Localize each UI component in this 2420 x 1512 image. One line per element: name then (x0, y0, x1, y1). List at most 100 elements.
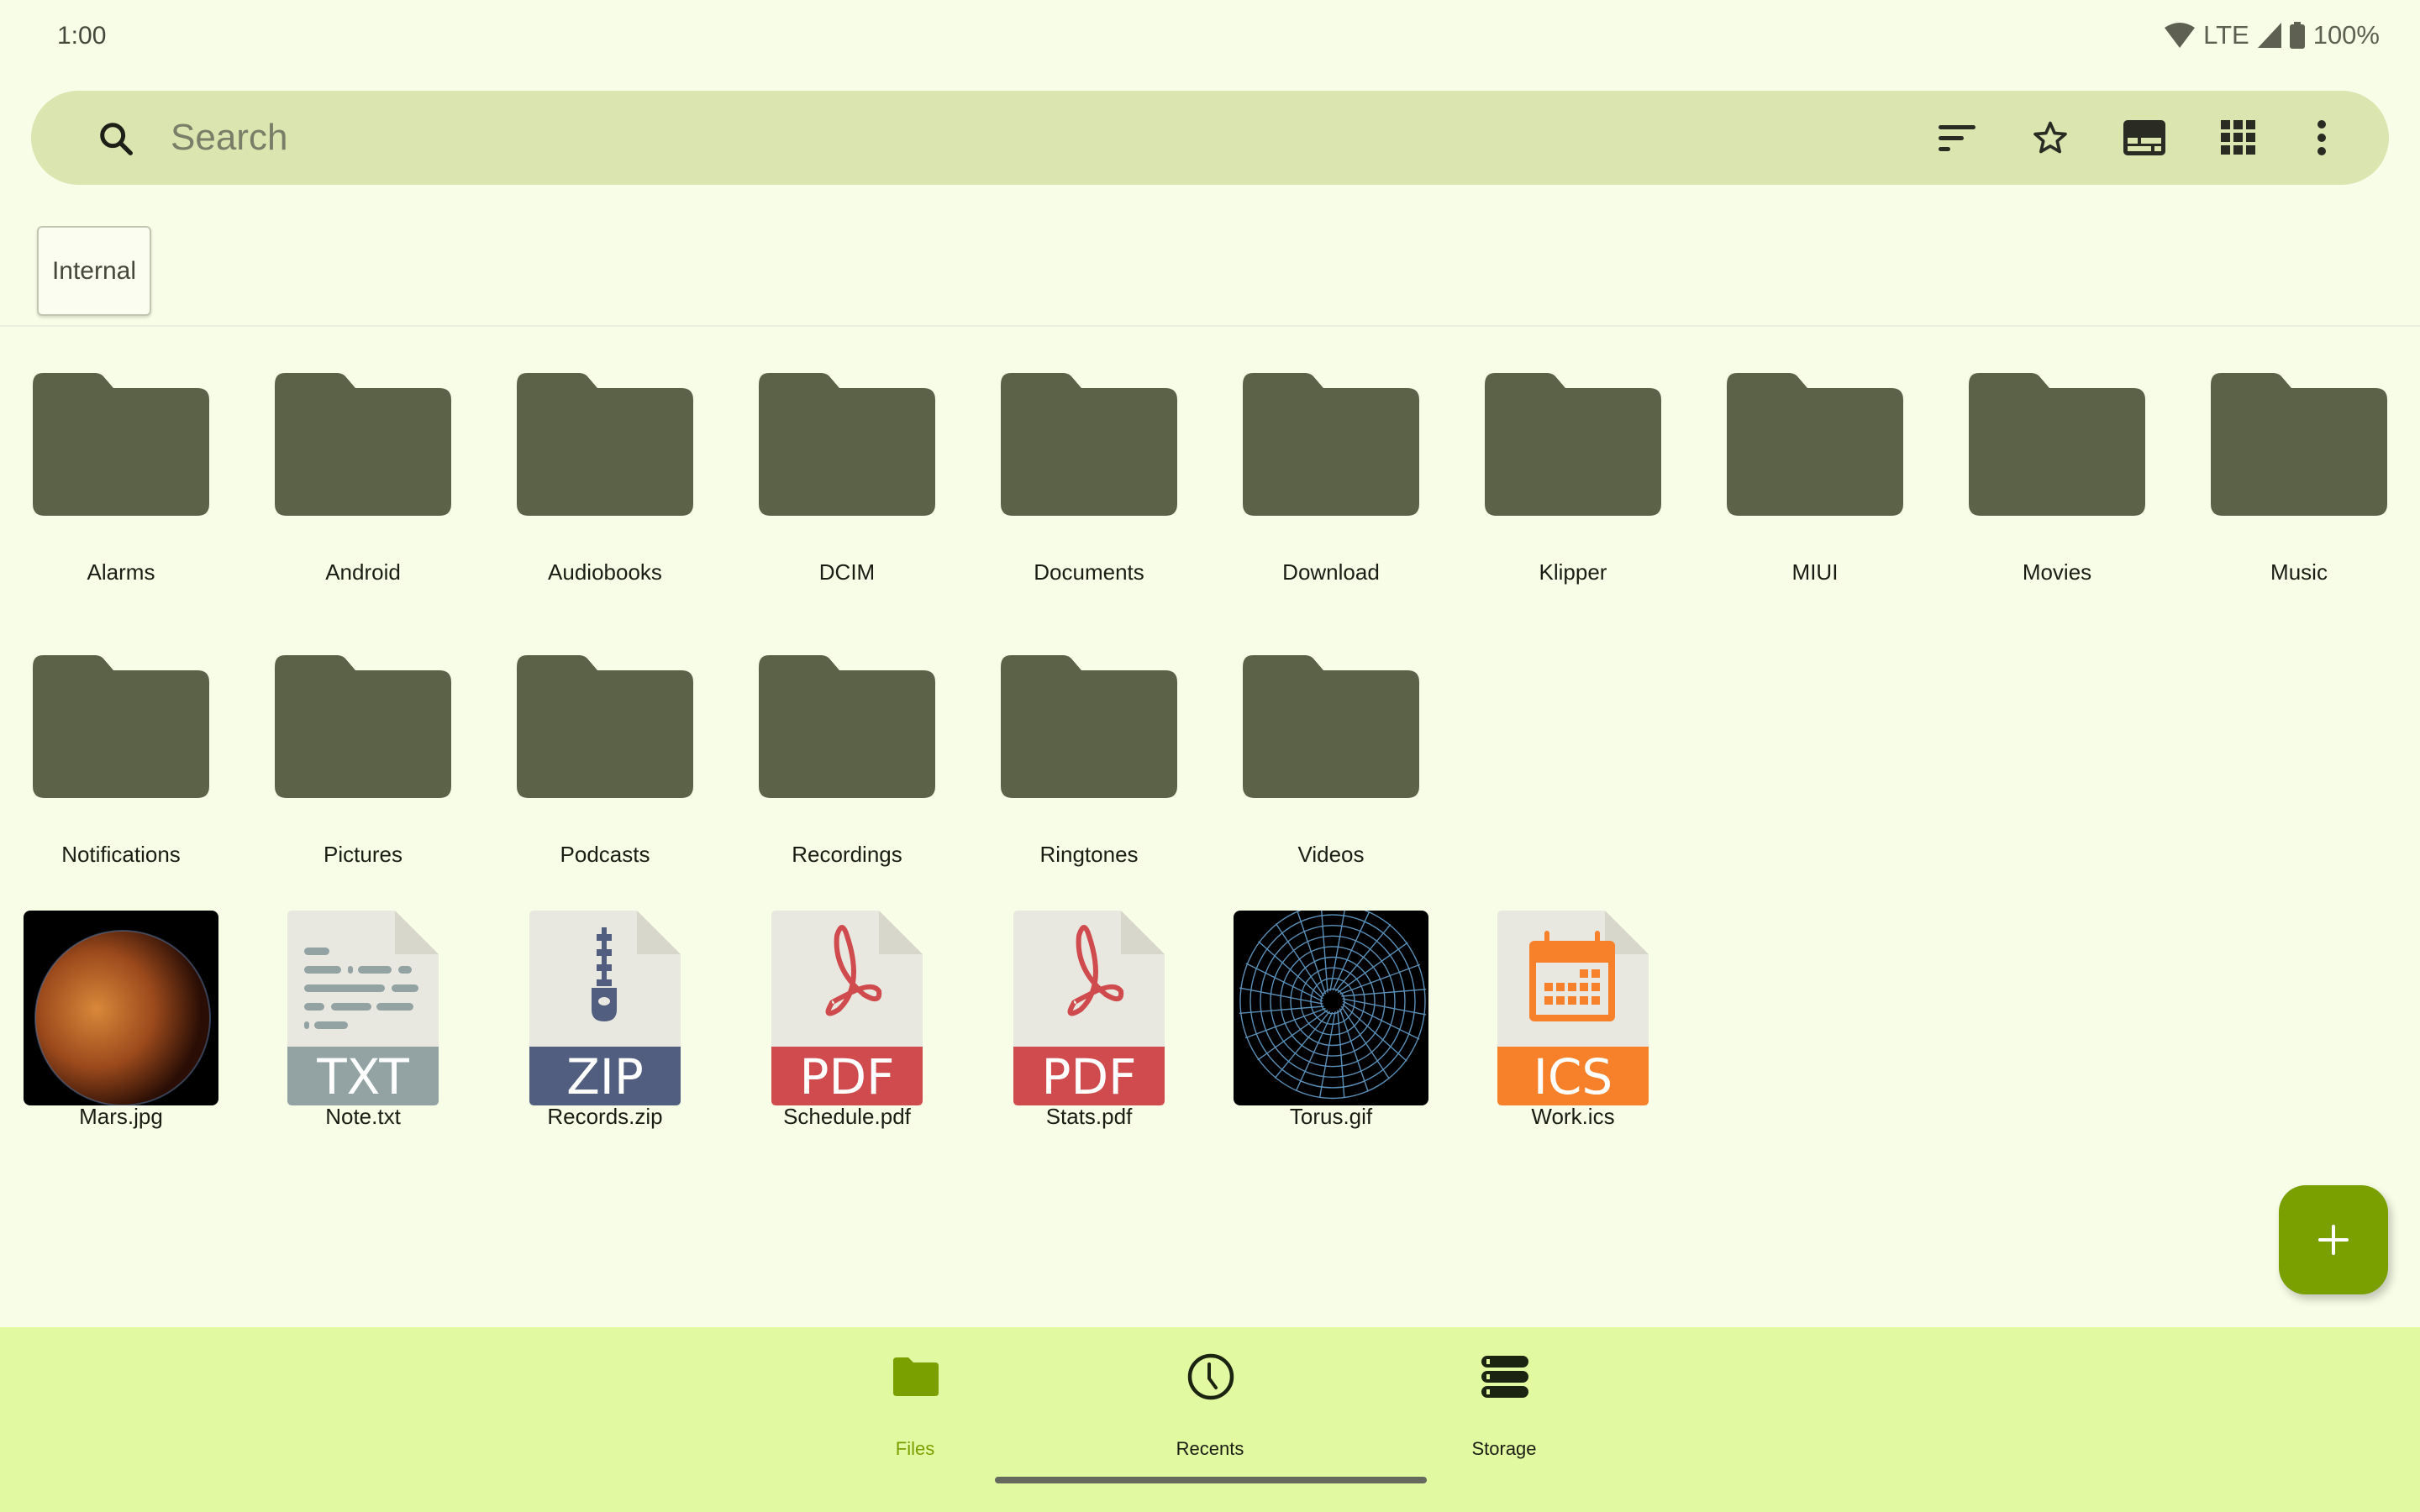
search-bar (31, 91, 2389, 185)
folder-item[interactable]: Music (2178, 336, 2420, 613)
battery-percent: 100% (2312, 20, 2380, 50)
sort-button[interactable] (1935, 116, 1979, 160)
image-thumbnail (24, 911, 218, 1110)
folder-label: Music (2270, 559, 2328, 585)
pdf-file-icon: PDF (771, 911, 923, 1110)
folder-icon (893, 1357, 939, 1396)
folder-item[interactable]: Pictures (242, 618, 484, 895)
folder-icon (33, 373, 209, 516)
file-label: Note.txt (325, 1104, 401, 1129)
pdf-file-icon: PDF (1013, 911, 1165, 1110)
folder-icon (517, 373, 693, 516)
folder-item[interactable]: Download (1210, 336, 1452, 613)
folder-item[interactable]: Alarms (0, 336, 242, 613)
folder-item[interactable]: Klipper (1452, 336, 1694, 613)
folder-icon (275, 655, 451, 798)
file-label: Mars.jpg (79, 1104, 163, 1129)
folder-item[interactable]: Movies (1936, 336, 2178, 613)
bottom-nav: Files Recents Storage (0, 1327, 2420, 1512)
network-type: LTE (2203, 20, 2249, 50)
grid-view-icon (2221, 120, 2255, 155)
file-item[interactable]: PDF Stats.pdf (968, 911, 1210, 1188)
folder-item[interactable]: Audiobooks (484, 336, 726, 613)
folder-icon (1243, 373, 1419, 516)
svg-text:TXT: TXT (316, 1048, 409, 1105)
folder-icon (1243, 655, 1419, 798)
folder-item[interactable]: Android (242, 336, 484, 613)
folder-item[interactable]: Recordings (726, 618, 968, 895)
wifi-icon (2165, 23, 2196, 48)
image-thumbnail (1234, 903, 1428, 1110)
file-item[interactable]: TXT Note.txt (242, 911, 484, 1188)
add-icon (2318, 1225, 2349, 1255)
folder-icon (1485, 373, 1661, 516)
more-options-button[interactable] (2300, 116, 2344, 160)
folder-label: Documents (1034, 559, 1144, 585)
folder-label: Android (325, 559, 401, 585)
folder-item[interactable]: Documents (968, 336, 1210, 613)
favorites-button[interactable] (2028, 116, 2072, 160)
divider (0, 325, 2420, 327)
folder-item[interactable]: Notifications (0, 618, 242, 895)
folder-label: Audiobooks (548, 559, 662, 585)
folder-item[interactable]: Ringtones (968, 618, 1210, 895)
file-label: Work.ics (1531, 1104, 1615, 1129)
battery-icon (2289, 22, 2305, 49)
status-icons: LTE 100% (2165, 20, 2380, 50)
folder-item[interactable]: MIUI (1694, 336, 1936, 613)
nav-label-storage: Storage (1471, 1438, 1537, 1459)
zip-file-icon: ZIP (529, 911, 681, 1110)
folder-label: Movies (2022, 559, 2092, 585)
storage-view-button[interactable] (2123, 116, 2166, 160)
file-item[interactable]: ZIP Records.zip (484, 911, 726, 1188)
folder-label: Recordings (792, 842, 902, 867)
home-indicator[interactable] (995, 1477, 1427, 1483)
file-label: Torus.gif (1289, 1104, 1373, 1129)
storage-icon (1481, 1356, 1528, 1398)
cell-signal-icon (2257, 23, 2281, 48)
folder-icon (759, 373, 935, 516)
search-icon[interactable] (97, 119, 135, 158)
folder-label: Notifications (61, 842, 181, 867)
nav-label-files: Files (895, 1438, 935, 1459)
file-item[interactable]: ICS Work.ics (1452, 911, 1694, 1188)
nav-item-files[interactable]: Files (831, 1352, 999, 1462)
nav-item-storage[interactable]: Storage (1420, 1352, 1588, 1462)
folder-label: Download (1282, 559, 1380, 585)
folder-icon (517, 655, 693, 798)
folder-label: Klipper (1539, 559, 1607, 585)
file-label: Records.zip (547, 1104, 663, 1129)
search-input[interactable] (171, 113, 1767, 163)
folder-label: Pictures (324, 842, 402, 867)
folder-icon (1001, 373, 1177, 516)
folder-icon (1001, 655, 1177, 798)
svg-text:ICS: ICS (1534, 1048, 1612, 1105)
nav-item-recents[interactable]: Recents (1126, 1352, 1294, 1462)
svg-text:PDF: PDF (1042, 1048, 1137, 1105)
folder-icon (1969, 373, 2145, 516)
sort-icon (1939, 125, 1975, 151)
svg-text:ZIP: ZIP (566, 1048, 644, 1105)
folder-item[interactable]: Videos (1210, 618, 1452, 895)
txt-file-icon: TXT (287, 911, 439, 1110)
folder-item[interactable]: DCIM (726, 336, 968, 613)
folder-label: MIUI (1791, 559, 1839, 585)
file-item[interactable]: PDF Schedule.pdf (726, 911, 968, 1188)
add-button[interactable] (2279, 1185, 2388, 1294)
folder-label: Videos (1297, 842, 1365, 867)
status-time: 1:00 (57, 22, 107, 50)
storage-chip-label: Internal (51, 256, 137, 285)
calendar-file-icon: ICS (1497, 911, 1649, 1110)
nav-label-recents: Recents (1176, 1438, 1244, 1459)
folder-item[interactable]: Podcasts (484, 618, 726, 895)
star-icon (2033, 121, 2067, 154)
grid-view-button[interactable] (2217, 116, 2260, 160)
storage-chip-internal[interactable]: Internal (37, 226, 151, 316)
folder-icon (2211, 373, 2387, 516)
clock-icon (1187, 1353, 1234, 1400)
file-item[interactable]: Mars.jpg (0, 911, 242, 1188)
file-label: Stats.pdf (1045, 1104, 1133, 1129)
file-item[interactable]: Torus.gif (1210, 903, 1452, 1188)
storage-view-icon (2123, 120, 2165, 155)
folder-label: Ringtones (1039, 842, 1139, 867)
